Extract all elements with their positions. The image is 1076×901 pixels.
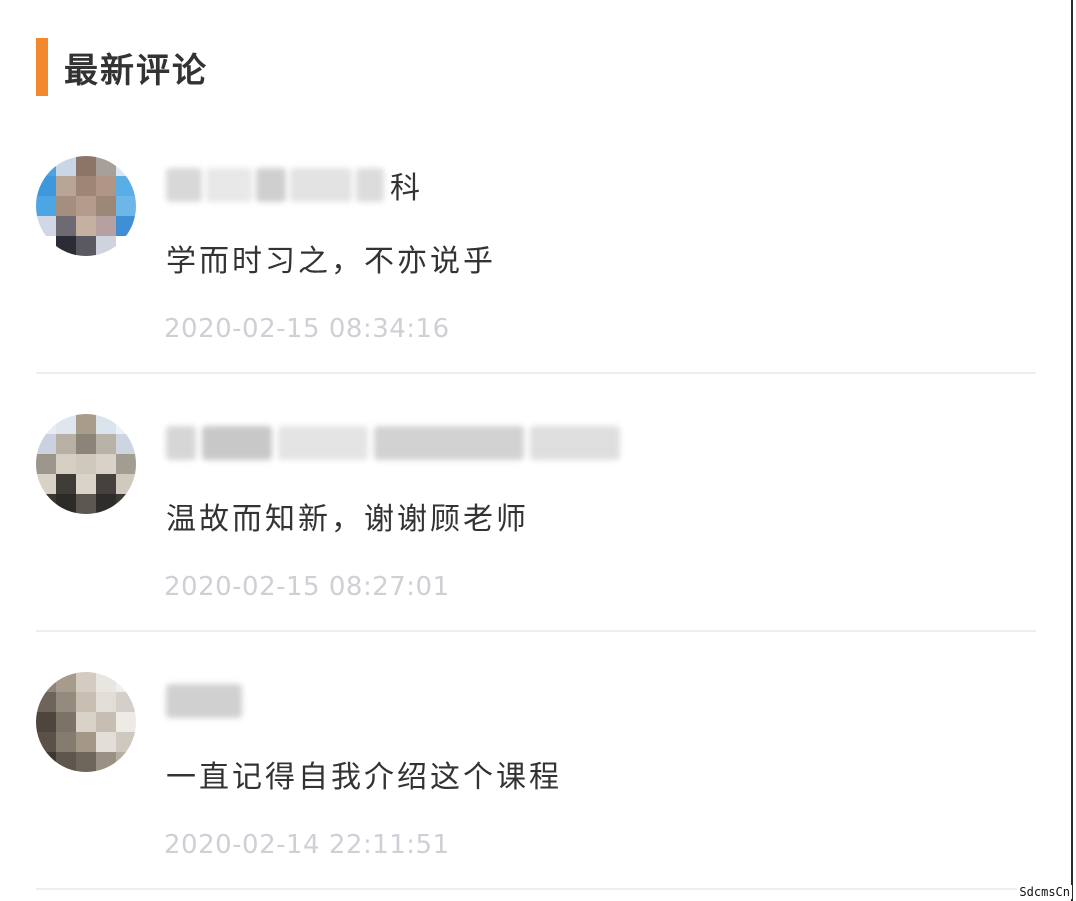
section-header: 最新评论 (36, 38, 208, 96)
comment-text: 学而时习之，不亦说乎 (166, 244, 496, 279)
accent-bar (36, 38, 48, 96)
blurred-name-part (166, 684, 242, 718)
comment-item: 科 学而时习之，不亦说乎 2020-02-15 08:34:16 (36, 116, 1036, 374)
comment-item: 一直记得自我介绍这个课程 2020-02-14 22:11:51 (36, 632, 1036, 890)
blurred-name-part (166, 426, 196, 460)
comment-timestamp: 2020-02-15 08:27:01 (164, 572, 450, 602)
section-title: 最新评论 (64, 50, 208, 91)
user-avatar[interactable] (36, 414, 136, 514)
comments-page: 最新评论 科 学而时习之，不亦说乎 2020-02-15 08:34:16 温故… (0, 0, 1076, 901)
divider (36, 888, 1036, 890)
blurred-name-part (202, 426, 272, 460)
blurred-name-part (356, 168, 384, 202)
comment-text: 一直记得自我介绍这个课程 (166, 760, 562, 795)
blurred-name-part (374, 426, 524, 460)
comment-text: 温故而知新，谢谢顾老师 (166, 502, 529, 537)
watermark: SdcmsCn (1017, 885, 1072, 899)
blurred-name-part (290, 168, 352, 202)
page-edge-line (1071, 0, 1073, 901)
blurred-name-part (206, 168, 252, 202)
comment-item: 温故而知新，谢谢顾老师 2020-02-15 08:27:01 (36, 374, 1036, 632)
user-avatar[interactable] (36, 156, 136, 256)
blurred-name-part (256, 168, 286, 202)
blurred-name-part (278, 426, 368, 460)
username-visible-text: 科 (390, 171, 422, 206)
username[interactable] (166, 418, 626, 468)
username[interactable] (166, 676, 248, 726)
comment-timestamp: 2020-02-15 08:34:16 (164, 314, 450, 344)
blurred-name-part (530, 426, 620, 460)
username[interactable]: 科 (166, 160, 422, 210)
blurred-name-part (166, 168, 202, 202)
comment-timestamp: 2020-02-14 22:11:51 (164, 830, 450, 860)
user-avatar[interactable] (36, 672, 136, 772)
